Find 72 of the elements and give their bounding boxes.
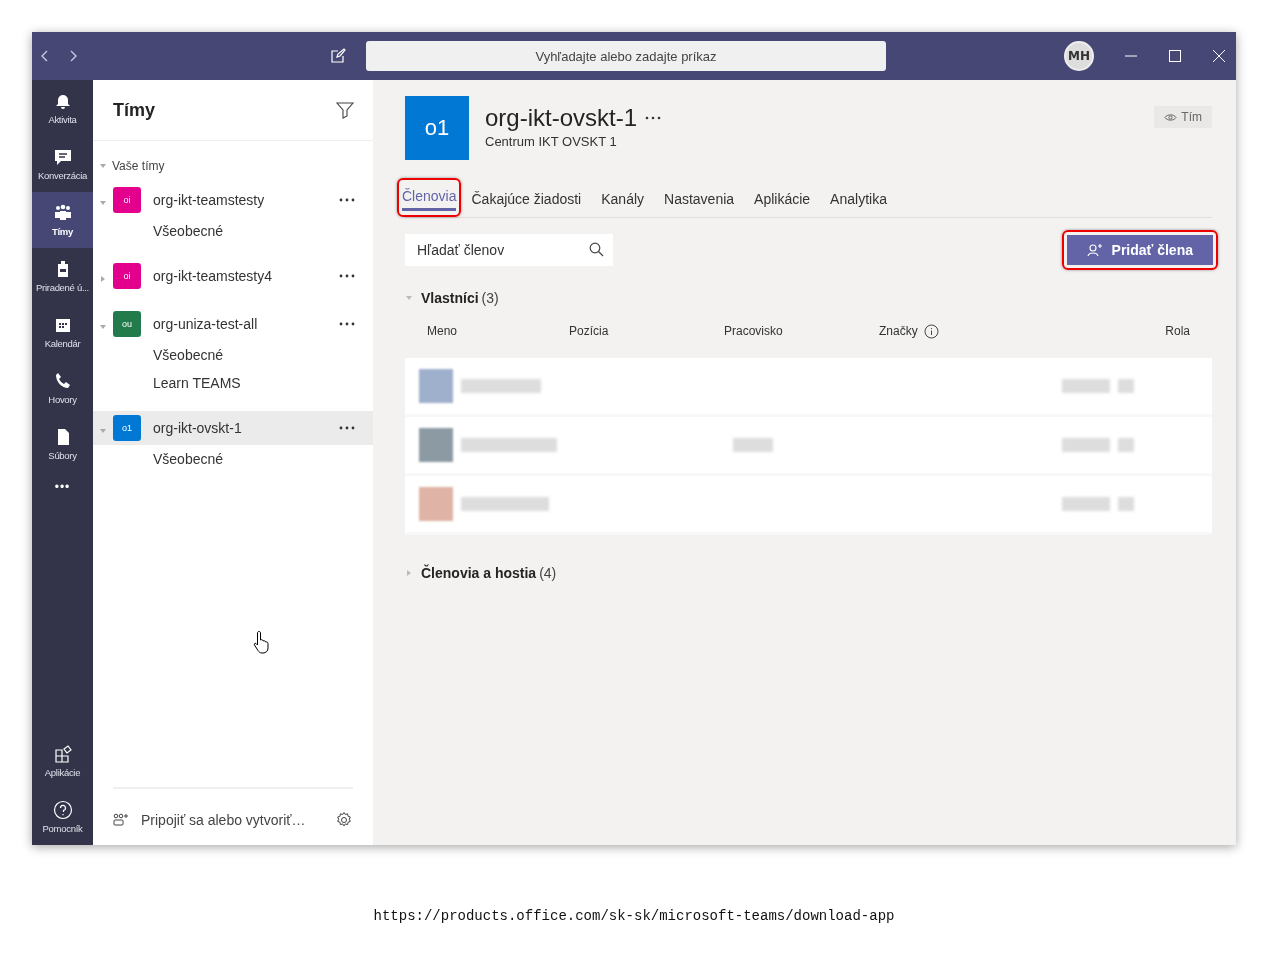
join-team-icon[interactable] bbox=[113, 813, 129, 827]
rail-item[interactable]: Súbory bbox=[32, 416, 93, 472]
chat-bubble-icon bbox=[52, 147, 73, 167]
add-person-icon bbox=[1086, 243, 1104, 257]
blurred-workplace bbox=[733, 438, 773, 452]
channel-item[interactable]: Learn TEAMS bbox=[93, 369, 373, 397]
rail-item[interactable]: Aktivita bbox=[32, 80, 93, 136]
member-search-field[interactable]: Hľadať členov bbox=[405, 234, 613, 266]
search-icon[interactable] bbox=[589, 242, 604, 257]
column-header: Pozícia bbox=[569, 324, 609, 338]
more-options-icon[interactable] bbox=[339, 322, 355, 326]
tab[interactable]: Analytika bbox=[830, 187, 887, 214]
tab[interactable]: Kanály bbox=[601, 187, 645, 214]
channel-item[interactable]: Všeobecné bbox=[93, 217, 373, 245]
blurred-role bbox=[1118, 497, 1134, 511]
team-item[interactable]: ou org-uniza-test-all bbox=[93, 307, 373, 341]
blurred-tag bbox=[1062, 438, 1110, 452]
column-header: Pracovisko bbox=[724, 324, 783, 338]
blurred-tag bbox=[1062, 497, 1110, 511]
section-header[interactable]: Členovia a hostia (4) bbox=[421, 565, 557, 581]
team-item[interactable]: oi org-ikt-teamstesty4 bbox=[93, 259, 373, 293]
channel-item[interactable]: Všeobecné bbox=[93, 341, 373, 369]
apps-icon bbox=[52, 744, 73, 764]
hand-cursor-icon bbox=[253, 630, 271, 654]
team-name: org-ikt-ovskt-1 bbox=[485, 104, 638, 132]
team-description: Centrum IKT OVSKT 1 bbox=[485, 134, 618, 149]
blurred-tag bbox=[1062, 379, 1110, 393]
rail-item[interactable]: Konverzácia bbox=[32, 136, 93, 192]
more-options-icon[interactable] bbox=[339, 198, 355, 202]
column-header: Meno bbox=[427, 324, 458, 338]
more-options-icon[interactable] bbox=[339, 426, 355, 430]
more-options-icon[interactable] bbox=[339, 274, 355, 278]
close-icon[interactable] bbox=[1212, 49, 1226, 63]
settings-icon[interactable] bbox=[335, 811, 353, 829]
help-icon bbox=[52, 800, 73, 820]
join-or-create-link[interactable]: Pripojiť sa alebo vytvoriť… bbox=[141, 812, 323, 828]
team-item[interactable]: o1 org-ikt-ovskt-1 bbox=[93, 411, 373, 445]
search-field[interactable]: Vyhľadajte alebo zadajte príkaz bbox=[366, 41, 886, 71]
add-member-button[interactable]: Pridať člena bbox=[1066, 235, 1213, 265]
compose-icon[interactable] bbox=[330, 48, 346, 64]
rail-item[interactable]: Tímy bbox=[32, 192, 93, 248]
tab[interactable]: Čakajúce žiadosti bbox=[471, 187, 582, 214]
user-avatar[interactable]: MH bbox=[1064, 41, 1094, 71]
section-header[interactable]: Vlastníci (3) bbox=[421, 290, 499, 306]
tab[interactable]: Členovia bbox=[402, 184, 457, 211]
blurred-role bbox=[1118, 438, 1134, 452]
team-badge: Tím bbox=[1154, 106, 1212, 128]
rail-item[interactable]: Kalendár bbox=[32, 304, 93, 360]
people-group-icon bbox=[52, 203, 73, 223]
more-apps-button[interactable]: ••• bbox=[32, 472, 93, 502]
column-header: Značky bbox=[879, 324, 918, 338]
panel-title: Tímy bbox=[113, 99, 155, 121]
rail-item[interactable]: Hovory bbox=[32, 360, 93, 416]
tab[interactable]: Aplikácie bbox=[754, 187, 811, 214]
maximize-icon[interactable] bbox=[1168, 49, 1182, 63]
more-options-icon[interactable] bbox=[645, 116, 662, 120]
tab[interactable]: Nastavenia bbox=[664, 187, 735, 214]
rail-item[interactable]: Aplikácie bbox=[32, 733, 93, 789]
rail-item[interactable]: Pomocník bbox=[32, 789, 93, 845]
rail-item[interactable]: Priradené ú... bbox=[32, 248, 93, 304]
column-header: Rola bbox=[1165, 324, 1190, 338]
source-url: https://products.office.com/sk-sk/microsoft-teams/download-app bbox=[372, 908, 896, 924]
info-icon[interactable] bbox=[923, 323, 939, 339]
blurred-avatar bbox=[419, 369, 453, 403]
blurred-role bbox=[1118, 379, 1134, 393]
team-item[interactable]: oi org-ikt-teamstesty bbox=[93, 183, 373, 217]
filter-icon[interactable] bbox=[336, 101, 354, 119]
channel-item[interactable]: Všeobecné bbox=[93, 445, 373, 473]
blurred-avatar bbox=[419, 428, 453, 462]
team-avatar: o1 bbox=[405, 96, 469, 160]
blurred-avatar bbox=[419, 487, 453, 521]
section-label: Vaše tímy bbox=[112, 159, 165, 173]
